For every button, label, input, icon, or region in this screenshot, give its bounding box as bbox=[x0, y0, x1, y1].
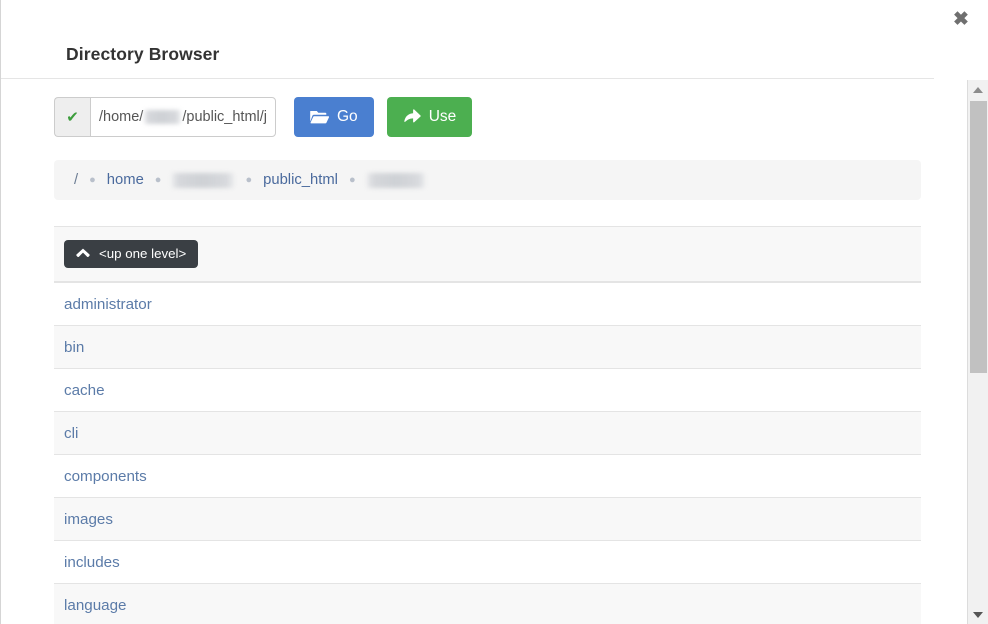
breadcrumb-separator: ● bbox=[89, 173, 96, 186]
scrollbar-up-arrow-icon[interactable] bbox=[968, 80, 988, 99]
path-input-group: ✔ /home/ /public_html/j bbox=[54, 97, 276, 137]
directory-row[interactable]: bin bbox=[54, 325, 921, 369]
directory-row[interactable]: language bbox=[54, 583, 921, 624]
directory-link[interactable]: images bbox=[64, 511, 113, 528]
up-one-level-button[interactable]: <up one level> bbox=[64, 240, 199, 268]
directory-link[interactable]: includes bbox=[64, 554, 120, 571]
directory-link[interactable]: administrator bbox=[64, 296, 152, 313]
path-value-suffix: /public_html/j bbox=[182, 109, 267, 125]
directory-row[interactable]: cache bbox=[54, 368, 921, 412]
directory-link[interactable]: cli bbox=[64, 425, 78, 442]
page-title: Directory Browser bbox=[66, 44, 220, 64]
close-icon[interactable]: ✖ bbox=[948, 6, 974, 32]
modal-header: Directory Browser bbox=[1, 0, 934, 79]
go-button[interactable]: Go bbox=[294, 97, 374, 137]
path-toolbar: ✔ /home/ /public_html/j Go Use bbox=[54, 97, 473, 137]
chevron-up-icon bbox=[76, 247, 90, 260]
modal-body: ✔ /home/ /public_html/j Go Use / ● home ●… bbox=[1, 80, 934, 624]
directory-row[interactable]: cli bbox=[54, 411, 921, 455]
path-value-redacted bbox=[144, 110, 182, 124]
scrollbar-down-arrow-icon[interactable] bbox=[968, 605, 988, 624]
go-button-label: Go bbox=[337, 108, 358, 126]
directory-row[interactable]: components bbox=[54, 454, 921, 498]
breadcrumb-item-[interactable]: / bbox=[74, 172, 78, 188]
vertical-scrollbar[interactable] bbox=[967, 80, 988, 624]
breadcrumb-separator: ● bbox=[348, 173, 356, 186]
breadcrumb: / ● home ● ● public_html ● bbox=[54, 160, 921, 200]
use-button[interactable]: Use bbox=[386, 97, 473, 137]
directory-link[interactable]: bin bbox=[64, 339, 84, 356]
directory-row[interactable]: administrator bbox=[54, 282, 921, 326]
path-value-prefix: /home/ bbox=[99, 109, 144, 125]
breadcrumb-item-home[interactable]: home bbox=[107, 172, 144, 188]
breadcrumb-item-redacted[interactable] bbox=[366, 172, 425, 188]
folder-open-icon bbox=[310, 109, 329, 125]
up-one-level-row: <up one level> bbox=[54, 226, 921, 282]
directory-link[interactable]: language bbox=[64, 597, 127, 614]
breadcrumb-item-redacted[interactable] bbox=[172, 172, 235, 188]
share-arrow-icon bbox=[403, 108, 421, 126]
directory-list: <up one level> administrator bin cache cli c… bbox=[54, 226, 921, 624]
up-one-level-label: <up one level> bbox=[99, 246, 187, 262]
directory-browser-modal: ✖ Directory Browser ✔ /home//public_html… bbox=[0, 0, 988, 624]
directory-link[interactable]: cache bbox=[64, 382, 105, 399]
directory-link[interactable]: components bbox=[64, 468, 147, 485]
path-valid-check-icon: ✔ bbox=[54, 97, 90, 137]
scrollbar-thumb[interactable] bbox=[970, 101, 987, 373]
directory-row[interactable]: includes bbox=[54, 540, 921, 584]
breadcrumb-item-public_html[interactable]: public_html bbox=[263, 172, 338, 188]
use-button-label: Use bbox=[428, 108, 457, 126]
breadcrumb-separator: ● bbox=[245, 173, 253, 186]
breadcrumb-separator: ● bbox=[154, 173, 162, 186]
path-input[interactable]: /home/ /public_html/j bbox=[90, 97, 276, 137]
directory-row[interactable]: images bbox=[54, 497, 921, 541]
